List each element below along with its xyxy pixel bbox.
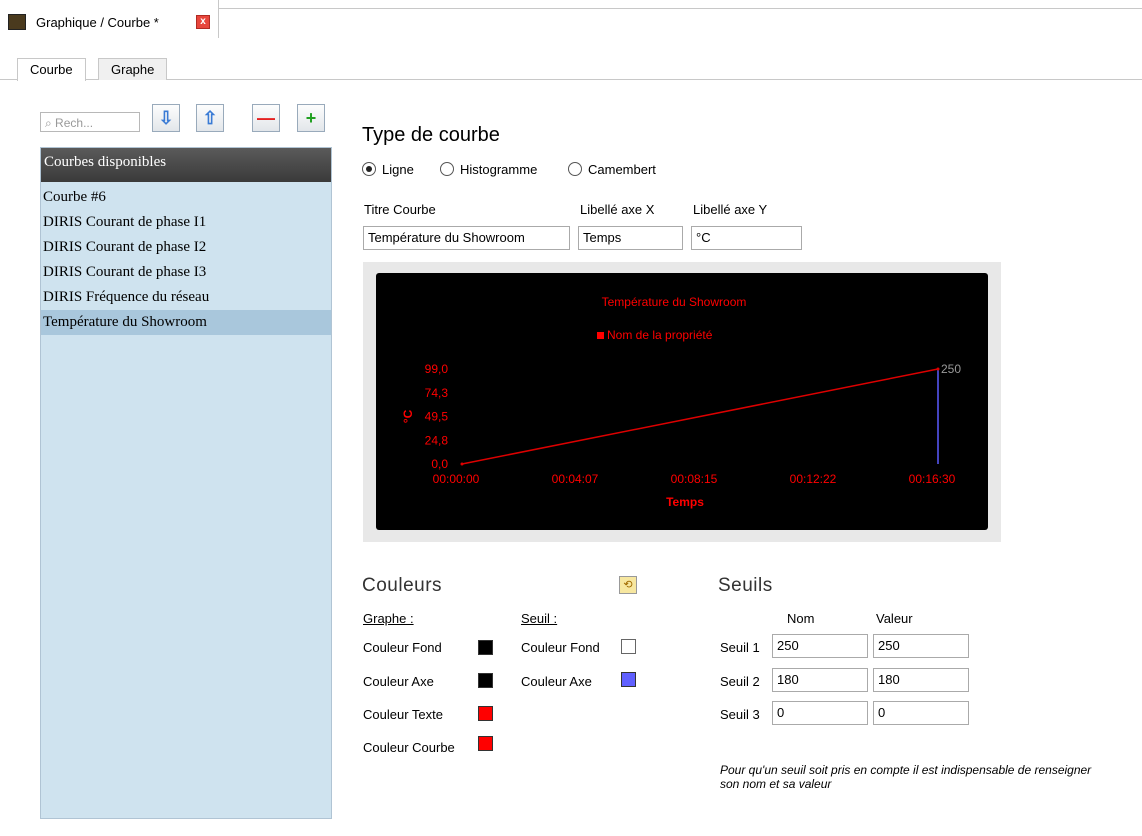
seuil-axe-label: Couleur Axe [521,674,592,689]
seuil-3-label: Seuil 3 [720,707,760,722]
radio-camembert[interactable]: Camembert [568,160,656,178]
list-item[interactable]: DIRIS Courant de phase I1 [41,210,331,235]
titre-courbe-input[interactable]: Température du Showroom [363,226,570,250]
seuil-2-label: Seuil 2 [720,674,760,689]
graphe-texte-swatch[interactable] [478,706,493,721]
add-button[interactable]: + [297,104,325,132]
seuils-col-nom: Nom [787,611,815,626]
x-axis-title: Temps [666,495,704,509]
seuil-colors-label: Seuil : [521,611,558,626]
list-header: Courbes disponibles [41,148,331,182]
graphe-courbe-swatch[interactable] [478,736,493,751]
graphe-fond-swatch[interactable] [478,640,493,655]
y-axis-label: Libellé axe Y [693,202,768,217]
seuil-1-valeur-input[interactable]: 250 [873,634,969,658]
graphe-colors-label: Graphe : [363,611,414,626]
threshold-label: 250 [941,362,961,376]
series-point [460,462,464,466]
y-tick-label: 74,3 [425,386,449,400]
seuil-2-nom-input[interactable]: 180 [772,668,868,692]
x-tick-label: 00:08:15 [671,472,718,486]
list-item-selected[interactable]: Température du Showroom [41,310,331,335]
section-title-type: Type de courbe [362,124,500,146]
tab-courbe[interactable]: Courbe [17,58,86,81]
search-input[interactable]: ⌕ Rech... [40,112,140,132]
legend-label: Nom de la propriété [607,328,713,342]
seuil-1-nom-input[interactable]: 250 [772,634,868,658]
list-item[interactable]: DIRIS Courant de phase I3 [41,260,331,285]
radio-icon [440,162,454,176]
y-tick-label: 99,0 [425,362,449,376]
move-up-button[interactable]: ⇧ [196,104,224,132]
y-axis-input[interactable]: °C [691,226,802,250]
radio-label: Ligne [382,161,414,177]
chart-preview: Température du Showroom Nom de la proprié… [376,273,988,530]
seuil-1-label: Seuil 1 [720,640,760,655]
radio-label: Histogramme [460,161,538,177]
y-axis-title: °C [401,409,415,423]
radio-histogramme[interactable]: Histogramme [440,160,537,178]
graphe-courbe-label: Couleur Courbe [363,740,455,755]
graphe-axe-swatch[interactable] [478,673,493,688]
x-tick-label: 00:00:00 [433,472,480,486]
graphe-axe-label: Couleur Axe [363,674,434,689]
seuil-axe-swatch[interactable] [621,672,636,687]
seuil-fond-label: Couleur Fond [521,640,600,655]
seuils-col-valeur: Valeur [876,611,913,626]
seuil-3-valeur-input[interactable]: 0 [873,701,969,725]
graphe-fond-label: Couleur Fond [363,640,442,655]
series-point [936,367,940,371]
x-axis-label: Libellé axe X [580,202,655,217]
tab-graphe[interactable]: Graphe [98,58,168,80]
tabs-divider [0,79,1142,80]
close-tab-icon[interactable]: x [196,15,210,29]
radio-ligne[interactable]: Ligne [362,160,414,178]
seuil-2-valeur-input[interactable]: 180 [873,668,969,692]
y-tick-label: 0,0 [431,457,448,471]
radio-selected-icon [362,162,376,176]
section-title-couleurs: Couleurs [362,575,443,596]
radio-label: Camembert [588,161,656,177]
move-down-button[interactable]: ⇩ [152,104,180,132]
seuil-fond-swatch[interactable] [621,639,636,654]
section-title-seuils: Seuils [718,575,773,596]
seuils-note: Pour qu'un seuil soit pris en compte il … [720,763,1092,791]
x-tick-label: 00:16:30 [909,472,956,486]
remove-button[interactable]: — [252,104,280,132]
titre-courbe-label: Titre Courbe [364,202,436,217]
radio-icon [568,162,582,176]
chart-app-icon [8,14,26,30]
chart-title: Température du Showroom [602,295,747,309]
y-tick-label: 24,8 [425,433,449,447]
top-border [218,8,1142,9]
x-tick-label: 00:04:07 [552,472,599,486]
list-item[interactable]: DIRIS Fréquence du réseau [41,285,331,310]
seuil-3-nom-input[interactable]: 0 [772,701,868,725]
y-tick-label: 49,5 [425,410,449,424]
x-axis-input[interactable]: Temps [578,226,683,250]
list-item[interactable]: DIRIS Courant de phase I2 [41,235,331,260]
graphe-texte-label: Couleur Texte [363,707,443,722]
x-tick-label: 00:12:22 [790,472,837,486]
legend-marker [597,332,604,339]
chart-svg: Température du Showroom Nom de la proprié… [401,295,961,509]
document-title: Graphique / Courbe * [36,15,159,30]
apply-colors-icon[interactable]: ⟲ [619,576,637,594]
curves-list[interactable]: Courbes disponibles Courbe #6 DIRIS Cour… [40,147,332,819]
list-item[interactable]: Courbe #6 [41,185,331,210]
series-line [461,368,939,465]
